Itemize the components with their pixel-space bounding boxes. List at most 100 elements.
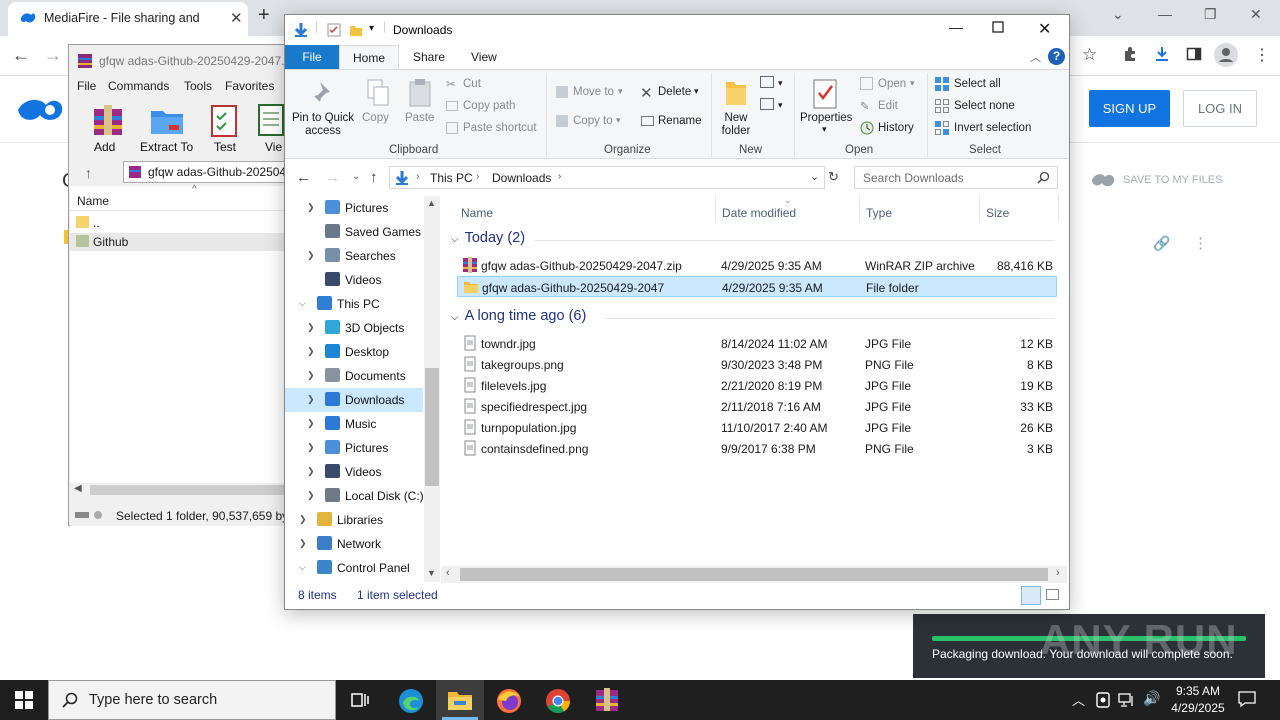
winrar-menu-file[interactable]: File <box>77 79 96 93</box>
collapsed-chevron-icon[interactable]: ❯ <box>307 322 315 333</box>
properties-qat-icon[interactable] <box>327 23 341 37</box>
explorer-taskbar-button[interactable] <box>436 680 484 720</box>
system-tray-app-icon[interactable] <box>1096 692 1110 708</box>
file-row[interactable]: towndr.jpg 8/14/2024 11:02 AM JPG File 12 K… <box>457 333 1057 354</box>
nav-item[interactable]: ❯ Pictures <box>285 436 423 460</box>
group-collapse-icon[interactable]: ⌵ <box>451 234 459 245</box>
file-row[interactable]: gfqw adas-Github-20250429-2047 4/29/2025 … <box>457 276 1057 297</box>
help-icon[interactable]: ? <box>1048 48 1065 65</box>
close-tab-icon[interactable]: ✕ <box>230 9 243 27</box>
easy-access-dropdown-icon[interactable]: ▾ <box>778 100 783 111</box>
nav-item[interactable]: Videos <box>285 268 423 292</box>
winrar-menu-tools[interactable]: Tools <box>184 79 212 93</box>
group-header[interactable]: ⌵ A long time ago (6) <box>451 308 586 324</box>
scroll-left-icon[interactable]: ◀ <box>74 483 82 494</box>
file-row[interactable]: gfqw adas-Github-20250429-2047.zip 4/29/2… <box>457 255 1057 276</box>
recent-locations-icon[interactable]: ⌄ <box>352 171 360 182</box>
new-item-icon[interactable] <box>760 76 774 88</box>
properties-dropdown-icon[interactable]: ▾ <box>822 124 827 135</box>
task-view-icon[interactable] <box>351 691 369 709</box>
edit-button[interactable]: Edit <box>878 100 898 112</box>
move-to-button[interactable]: Move to <box>573 86 614 98</box>
tab-search-icon[interactable]: ⌄ <box>1112 6 1124 23</box>
winrar-taskbar-icon[interactable] <box>594 687 620 713</box>
collapsed-chevron-icon[interactable]: ❯ <box>307 346 315 357</box>
breadcrumb-this-pc[interactable]: This PC <box>430 171 473 185</box>
up-button[interactable]: ↑ <box>370 169 378 186</box>
search-icon[interactable] <box>1037 171 1050 184</box>
collapsed-chevron-icon[interactable]: ❯ <box>299 514 307 525</box>
search-input[interactable]: Search Downloads <box>854 166 1058 189</box>
qat-dropdown-icon[interactable]: ▾ <box>369 23 374 34</box>
collapsed-chevron-icon[interactable]: ❯ <box>307 370 315 381</box>
collapsed-chevron-icon[interactable]: ❯ <box>307 466 315 477</box>
refresh-icon[interactable]: ↻ <box>828 169 839 185</box>
new-folder-qat-icon[interactable] <box>349 23 363 37</box>
up-folder-icon[interactable]: ↑ <box>85 165 92 181</box>
forward-button[interactable]: → <box>325 169 340 186</box>
rename-button[interactable]: Rename <box>658 115 701 127</box>
delete-dropdown-icon[interactable]: ▾ <box>694 86 699 97</box>
nav-item[interactable]: Saved Games <box>285 220 423 244</box>
properties-icon[interactable] <box>812 78 838 110</box>
forward-arrow-icon[interactable]: → <box>44 45 62 66</box>
column-header-name[interactable]: Name <box>461 206 493 220</box>
winrar-path-box[interactable]: gfqw adas-Github-202504 <box>123 161 289 183</box>
close-button[interactable]: ✕ <box>1038 19 1051 39</box>
profile-avatar-icon[interactable] <box>1214 43 1238 67</box>
column-divider[interactable] <box>979 196 980 222</box>
new-tab-button[interactable]: + <box>258 4 270 27</box>
nav-scroll-down-icon[interactable]: ▼ <box>427 568 436 578</box>
content-scroll-thumb[interactable] <box>460 568 1048 581</box>
close-browser-button[interactable]: ✕ <box>1250 6 1262 23</box>
nav-item[interactable]: ❯ Desktop <box>285 340 423 364</box>
group-header[interactable]: ⌵ Today (2) <box>451 230 525 246</box>
address-dropdown-icon[interactable]: ⌄ <box>810 170 819 183</box>
pin-quick-access-button[interactable]: Pin to Quick access <box>290 112 356 138</box>
firefox-icon[interactable] <box>496 688 522 714</box>
collapsed-chevron-icon[interactable]: ❯ <box>307 490 315 501</box>
select-all-button[interactable]: Select all <box>954 78 1001 90</box>
column-header-type[interactable]: Type <box>866 206 892 220</box>
select-none-button[interactable]: Select none <box>954 100 1015 112</box>
delete-icon[interactable]: ✕ <box>640 84 653 102</box>
paste-button[interactable]: Paste <box>405 112 434 125</box>
copy-path-button[interactable]: Copy path <box>463 100 515 112</box>
bookmark-star-icon[interactable]: ☆ <box>1082 45 1097 65</box>
easy-access-icon[interactable] <box>760 98 774 110</box>
add-archive-icon[interactable] <box>91 103 125 137</box>
move-to-dropdown-icon[interactable]: ▾ <box>618 86 623 97</box>
list-item[interactable]: .. <box>70 214 286 232</box>
chrome-icon[interactable] <box>545 688 571 714</box>
paste-shortcut-button[interactable]: Paste shortcut <box>463 122 537 134</box>
column-divider[interactable] <box>1058 196 1059 222</box>
pin-icon[interactable] <box>312 80 334 106</box>
winrar-name-column[interactable]: Name <box>77 194 109 208</box>
column-header-date[interactable]: Date modified <box>722 206 796 220</box>
nav-item[interactable]: ❯ Libraries <box>285 508 423 532</box>
tab-view[interactable]: View <box>471 45 497 69</box>
column-divider[interactable] <box>715 196 716 222</box>
delete-button[interactable]: Delete <box>658 86 691 98</box>
extract-to-button-label[interactable]: Extract To <box>140 140 193 154</box>
maximize-button[interactable] <box>992 21 1004 33</box>
edge-icon[interactable] <box>398 688 424 714</box>
details-view-icon[interactable] <box>1021 586 1041 605</box>
paste-icon[interactable] <box>408 78 432 108</box>
new-folder-button[interactable]: New folder <box>718 112 754 138</box>
nav-item[interactable]: ❯ Pictures <box>285 196 423 220</box>
download-icon[interactable] <box>1153 45 1171 63</box>
invert-selection-button[interactable]: Invert selection <box>954 122 1031 134</box>
save-to-files-icon[interactable] <box>1090 172 1116 188</box>
file-row[interactable]: takegroups.png 9/30/2023 3:48 PM PNG File 8… <box>457 354 1057 375</box>
taskbar-clock[interactable]: 9:35 AM 4/29/2025 <box>1160 683 1236 717</box>
collapsed-chevron-icon[interactable]: ❯ <box>307 394 315 405</box>
tab-home[interactable]: Home <box>339 45 399 70</box>
nav-item[interactable]: ❯ Searches <box>285 244 423 268</box>
restore-browser-button[interactable]: ❐ <box>1204 6 1217 23</box>
file-row[interactable]: filelevels.jpg 2/21/2020 8:19 PM JPG File 1… <box>457 375 1057 396</box>
share-link-icon[interactable]: 🔗 <box>1153 235 1170 252</box>
nav-item[interactable]: ⌵ Control Panel <box>285 556 423 580</box>
winrar-menu-commands[interactable]: Commands <box>108 79 169 93</box>
test-archive-icon[interactable] <box>209 103 239 137</box>
